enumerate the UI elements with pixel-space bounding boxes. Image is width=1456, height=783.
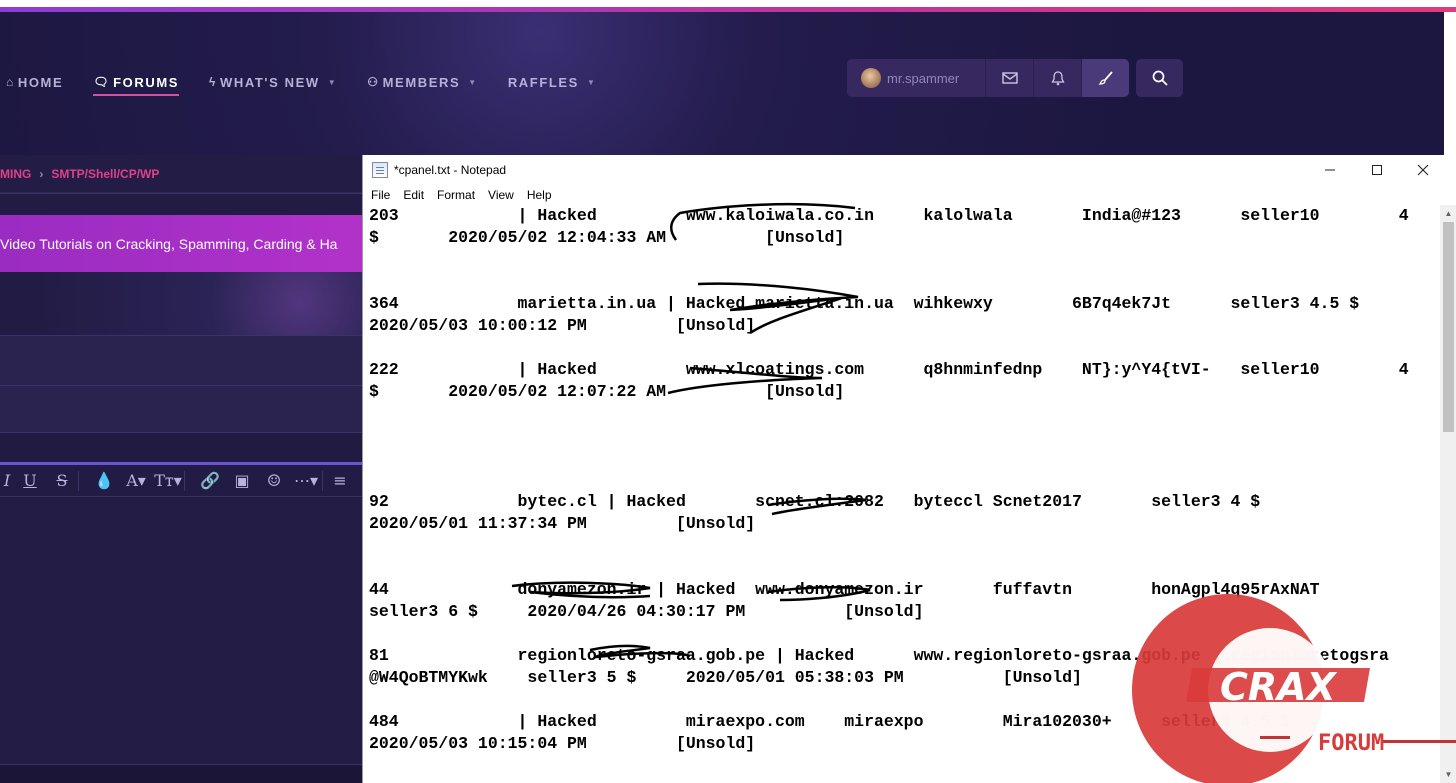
avatar (861, 68, 881, 88)
editor-footer (0, 764, 362, 783)
logo-subtitle: FORUM (1318, 731, 1384, 756)
page-edge (1444, 12, 1456, 155)
font-size-icon[interactable]: Tт▾ (152, 471, 184, 490)
strikethrough-icon[interactable]: S (46, 471, 78, 490)
window-title: *cpanel.txt - Notepad (394, 163, 507, 177)
crax-forum-logo: CRAX FORUM (1132, 594, 1456, 783)
text-line: $ 2020/05/02 12:04:33 AM [Unsold] (369, 228, 845, 247)
menu-edit[interactable]: Edit (403, 188, 432, 202)
color-drop-icon[interactable]: 💧 (88, 471, 120, 490)
bell-icon (1050, 71, 1065, 86)
promo-banner[interactable]: Video Tutorials on Cracking, Spamming, C… (0, 215, 362, 272)
italic-icon[interactable]: I (0, 471, 14, 490)
text-line: 364 marietta.in.ua | Hacked marietta.in.… (369, 294, 1360, 313)
close-button[interactable] (1400, 155, 1446, 185)
underline-icon[interactable]: U (14, 471, 46, 490)
banner-image (0, 272, 362, 335)
text-line: 2020/05/03 10:00:12 PM [Unsold] (369, 316, 756, 335)
nav-raffles-label: RAFFLES (507, 74, 579, 90)
lightning-icon: ϟ (209, 75, 217, 89)
alerts-button[interactable] (1033, 59, 1081, 97)
nav-whats-new[interactable]: ϟ WHAT'S NEW ▼ (209, 75, 337, 90)
nav-home-label: HOME (17, 74, 64, 90)
form-spacer (0, 432, 362, 462)
nav-home[interactable]: ⌂ HOME (6, 75, 63, 90)
menu-file[interactable]: File (371, 188, 398, 202)
chevron-down-icon: ▼ (586, 77, 597, 87)
breadcrumb-item[interactable]: SMTP/Shell/CP/WP (51, 167, 159, 181)
text-line: 203 | Hacked www.kaloiwala.co.in kalolwa… (369, 206, 1409, 225)
menu-help[interactable]: Help (527, 188, 560, 202)
minimize-button[interactable] (1307, 155, 1353, 185)
username: mr.spammer (887, 70, 960, 86)
banner-text: Video Tutorials on Cracking, Spamming, C… (0, 235, 338, 252)
minimize-icon (1325, 169, 1335, 171)
text-line: 2020/05/03 10:15:04 PM [Unsold] (369, 734, 756, 753)
scroll-up-icon[interactable]: ▲ (1440, 205, 1456, 222)
style-button[interactable] (1081, 59, 1129, 97)
menu-format[interactable]: Format (437, 188, 483, 202)
notepad-titlebar[interactable]: *cpanel.txt - Notepad (363, 155, 1456, 185)
image-icon[interactable]: ▣ (226, 471, 258, 490)
nav-raffles[interactable]: RAFFLES ▼ (508, 75, 597, 90)
main-nav: ⌂ HOME 🗨 FORUMS ϟ WHAT'S NEW ▼ ⚇ MEMBERS… (0, 67, 597, 97)
search-button[interactable] (1136, 59, 1183, 97)
smiley-icon[interactable]: ☺ (258, 471, 290, 490)
align-icon[interactable]: ≡ (332, 471, 348, 490)
link-icon[interactable]: 🔗 (194, 471, 226, 490)
user-menu-button[interactable]: mr.spammer (847, 59, 985, 97)
text-line: @W4QoBTMYKwk seller3 5 $ 2020/05/01 05:3… (369, 668, 1082, 687)
text-line: 222 | Hacked www.xlcoatings.com q8hnminf… (369, 360, 1409, 379)
nav-forums-label: FORUMS (113, 74, 180, 90)
close-icon (1417, 164, 1429, 176)
breadcrumb-item[interactable]: MING (0, 167, 31, 181)
editor-toolbar: I U S 💧 A▾ Tт▾ 🔗 ▣ ☺ ⋯▾ ≡ (0, 465, 362, 497)
font-family-icon[interactable]: A▾ (120, 471, 152, 490)
top-accent-bar (0, 0, 1456, 12)
screen: ⌂ HOME 🗨 FORUMS ϟ WHAT'S NEW ▼ ⚇ MEMBERS… (0, 0, 1456, 783)
chevron-down-icon: ▼ (327, 77, 338, 87)
forum-header: ⌂ HOME 🗨 FORUMS ϟ WHAT'S NEW ▼ ⚇ MEMBERS… (0, 12, 1444, 155)
text-line: $ 2020/05/02 12:07:22 AM [Unsold] (369, 382, 845, 401)
inbox-button[interactable] (985, 59, 1033, 97)
nav-whats-new-label: WHAT'S NEW (220, 74, 320, 90)
nav-members[interactable]: ⚇ MEMBERS ▼ (367, 75, 478, 90)
message-editor[interactable] (0, 498, 362, 764)
form-field[interactable] (0, 385, 362, 432)
logo-wordmark: CRAX (1220, 665, 1338, 709)
nav-members-label: MEMBERS (382, 74, 461, 90)
nav-forums[interactable]: 🗨 FORUMS (93, 74, 180, 96)
notepad-menubar: File Edit Format View Help (363, 185, 1456, 205)
toolbar-divider (78, 470, 88, 491)
user-bar: mr.spammer (847, 59, 1129, 97)
home-icon: ⌂ (6, 75, 15, 89)
text-line: 92 bytec.cl | Hacked scnet.cl:2082 bytec… (369, 492, 1261, 511)
toolbar-divider (322, 470, 332, 491)
breadcrumb-separator-icon: › (39, 166, 44, 181)
text-line: 2020/05/01 11:37:34 PM [Unsold] (369, 514, 756, 533)
scrollbar-thumb[interactable] (1443, 222, 1454, 432)
brush-icon (1097, 71, 1113, 85)
chevron-down-icon: ▼ (468, 77, 478, 87)
more-icon[interactable]: ⋯▾ (290, 471, 322, 490)
search-icon (1152, 70, 1168, 86)
forums-icon: 🗨 (93, 75, 111, 89)
maximize-icon (1372, 165, 1382, 175)
breadcrumb: MING › SMTP/Shell/CP/WP (0, 155, 362, 193)
menu-view[interactable]: View (488, 188, 522, 202)
toolbar-divider (184, 470, 194, 491)
text-line: seller3 6 $ 2020/04/26 04:30:17 PM [Unso… (369, 602, 924, 621)
form-field[interactable] (0, 335, 362, 385)
notepad-file-icon (372, 162, 388, 178)
breadcrumb-divider (0, 193, 362, 215)
mail-icon (1001, 72, 1018, 84)
members-icon: ⚇ (367, 75, 380, 89)
maximize-button[interactable] (1354, 155, 1400, 185)
